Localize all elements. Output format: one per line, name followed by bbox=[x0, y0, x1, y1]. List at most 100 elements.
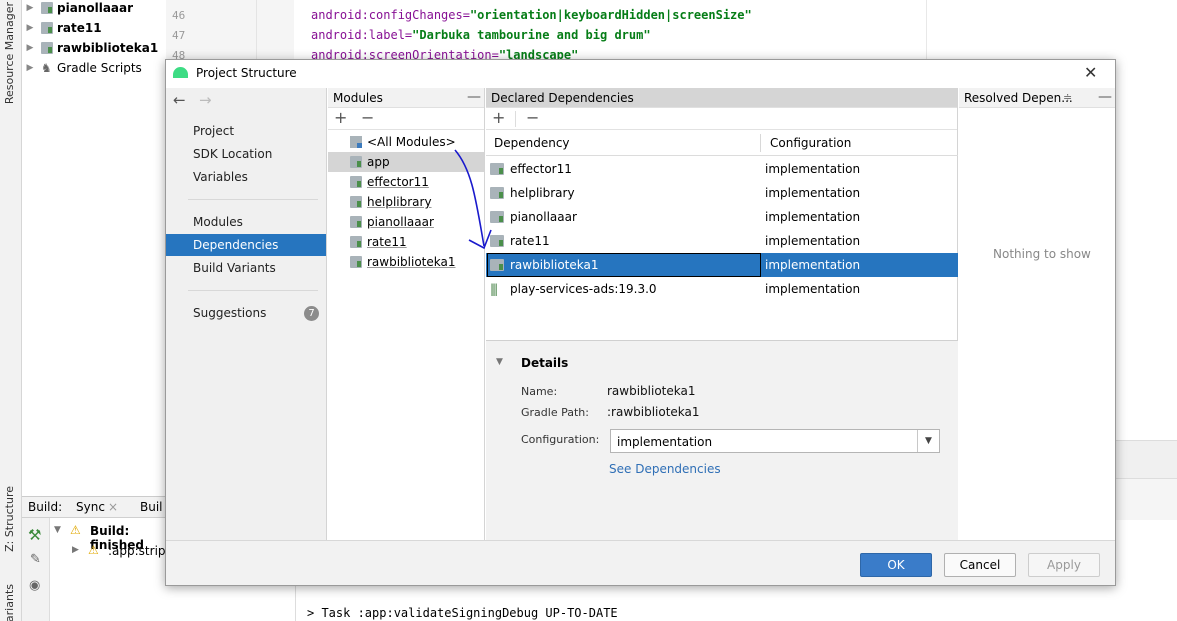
variants-tab[interactable]: Variants bbox=[3, 584, 16, 621]
sync-tab[interactable]: Sync bbox=[76, 500, 105, 514]
dialog-title: Project Structure bbox=[196, 66, 297, 80]
pin-icon[interactable]: ✎ bbox=[30, 552, 41, 567]
name-label: Name: bbox=[521, 385, 558, 398]
remove-icon[interactable]: − bbox=[361, 109, 374, 127]
configuration-dropdown-value: implementation bbox=[617, 435, 713, 449]
tree-item-pianollaaar[interactable]: ▶ pianollaaar bbox=[23, 0, 165, 18]
module-item-pianollaaar[interactable]: pianollaaar bbox=[328, 212, 484, 232]
tree-item-rate11[interactable]: ▶ rate11 bbox=[23, 18, 165, 38]
see-dependencies-link[interactable]: See Dependencies bbox=[609, 462, 721, 476]
ok-button[interactable]: OK bbox=[860, 553, 932, 577]
declared-dependencies-panel: Declared Dependencies + − Dependency Con… bbox=[486, 88, 958, 540]
resolved-dependencies-label: Resolved Depen... bbox=[964, 91, 1073, 105]
add-icon[interactable]: + bbox=[334, 109, 347, 127]
apply-button[interactable]: Apply bbox=[1028, 553, 1100, 577]
configuration-label: Configuration: bbox=[521, 433, 600, 446]
code-line[interactable]: android:label="Darbuka tambourine and bi… bbox=[311, 28, 651, 42]
nav-separator bbox=[188, 199, 318, 200]
column-configuration[interactable]: Configuration bbox=[770, 136, 851, 150]
add-dependency-icon[interactable]: + bbox=[492, 109, 505, 127]
tree-item-gradle-scripts[interactable]: ▶ ♞ Gradle Scripts bbox=[23, 58, 165, 78]
module-item-helplibrary[interactable]: helplibrary bbox=[328, 192, 484, 212]
dependency-row-effector11[interactable]: effector11 implementation bbox=[486, 157, 958, 181]
gutter-divider bbox=[256, 0, 257, 60]
module-folder-icon bbox=[490, 211, 504, 223]
suggestions-count-badge: 7 bbox=[304, 306, 319, 321]
expand-arrow-icon[interactable]: ▶ bbox=[23, 23, 37, 33]
eye-icon[interactable]: ◉ bbox=[29, 578, 40, 593]
line-number: 46 bbox=[172, 9, 186, 22]
tree-item-rawbiblioteka1[interactable]: ▶ rawbiblioteka1 bbox=[23, 38, 165, 58]
chevron-down-icon[interactable]: ▼ bbox=[917, 430, 939, 452]
structure-tab[interactable]: Z: Structure bbox=[3, 486, 16, 552]
all-modules-icon bbox=[350, 136, 362, 148]
collapse-arrow-icon[interactable]: ▼ bbox=[496, 357, 503, 367]
left-tool-strip: Resource Manager Z: Structure Variants bbox=[0, 0, 22, 621]
module-item-rawbiblioteka1[interactable]: rawbiblioteka1 bbox=[328, 252, 484, 272]
nav-project[interactable]: Project bbox=[166, 120, 326, 142]
build-tab[interactable]: Buil bbox=[140, 500, 163, 514]
minimize-icon[interactable]: — bbox=[1098, 87, 1112, 107]
module-folder-icon bbox=[350, 196, 362, 208]
expand-arrow-icon[interactable]: ▶ bbox=[72, 545, 79, 555]
module-item-app[interactable]: app bbox=[328, 152, 484, 172]
nav-modules[interactable]: Modules bbox=[166, 211, 326, 233]
dependency-row-rate11[interactable]: rate11 implementation bbox=[486, 229, 958, 253]
hammer-icon[interactable]: ⚒ bbox=[28, 526, 41, 544]
collapse-all-icon[interactable]: ≑ bbox=[1063, 88, 1072, 108]
empty-state-text: Nothing to show bbox=[993, 247, 1091, 261]
android-icon bbox=[173, 67, 188, 78]
modules-panel: Modules — + − <All Modules> app effector… bbox=[328, 88, 485, 540]
module-item-effector11[interactable]: effector11 bbox=[328, 172, 484, 192]
close-icon[interactable]: ✕ bbox=[1084, 63, 1097, 82]
details-section: ▼ Details Name: rawbiblioteka1 Gradle Pa… bbox=[486, 340, 958, 540]
module-folder-icon bbox=[490, 187, 504, 199]
dependency-row-rawbiblioteka1[interactable]: rawbiblioteka1 implementation bbox=[486, 253, 958, 277]
dialog-titlebar[interactable]: Project Structure ✕ bbox=[166, 60, 1115, 88]
modules-header: Modules — bbox=[328, 88, 484, 108]
dependency-row-play-services-ads[interactable]: ||| play-services-ads:19.3.0 implementat… bbox=[486, 277, 958, 301]
expand-arrow-icon[interactable]: ▶ bbox=[23, 3, 37, 13]
forward-arrow-icon[interactable]: → bbox=[199, 91, 212, 109]
nav-sdk-location[interactable]: SDK Location bbox=[166, 143, 326, 165]
resolved-dependencies-panel: Resolved Depen... ≑ — Nothing to show bbox=[959, 88, 1115, 540]
column-dependency[interactable]: Dependency bbox=[494, 136, 570, 150]
back-arrow-icon[interactable]: ← bbox=[173, 91, 186, 109]
module-folder-icon bbox=[350, 236, 362, 248]
dependency-row-pianollaaar[interactable]: pianollaaar implementation bbox=[486, 205, 958, 229]
module-item-all-modules[interactable]: <All Modules> bbox=[328, 132, 484, 152]
module-folder-icon bbox=[350, 176, 362, 188]
toolbar-separator bbox=[515, 111, 516, 127]
module-item-rate11[interactable]: rate11 bbox=[328, 232, 484, 252]
expand-arrow-icon[interactable]: ▶ bbox=[23, 63, 37, 73]
line-number: 47 bbox=[172, 29, 186, 42]
configuration-dropdown[interactable]: implementation ▼ bbox=[610, 429, 940, 453]
module-folder-icon bbox=[490, 163, 504, 175]
code-line[interactable]: android:configChanges="orientation|keybo… bbox=[311, 8, 752, 22]
dependency-row-helplibrary[interactable]: helplibrary implementation bbox=[486, 181, 958, 205]
build-tools-column: ⚒ ✎ ◉ bbox=[22, 518, 50, 621]
module-folder-icon bbox=[41, 22, 53, 34]
nav-dependencies[interactable]: Dependencies bbox=[166, 234, 326, 256]
nav-suggestions[interactable]: Suggestions 7 bbox=[166, 302, 326, 324]
minimize-icon[interactable]: — bbox=[467, 87, 481, 107]
gradle-path-value: :rawbiblioteka1 bbox=[607, 405, 700, 419]
close-icon[interactable]: × bbox=[108, 500, 118, 514]
module-folder-icon bbox=[490, 259, 504, 271]
cancel-button[interactable]: Cancel bbox=[944, 553, 1016, 577]
warning-icon: ⚠ bbox=[70, 523, 81, 537]
module-folder-icon bbox=[490, 235, 504, 247]
console-output: > Task :app:validateSigningDebug UP-TO-D… bbox=[307, 606, 618, 620]
resource-manager-tab[interactable]: Resource Manager bbox=[3, 2, 16, 104]
modules-header-label: Modules bbox=[333, 91, 383, 105]
nav-build-variants[interactable]: Build Variants bbox=[166, 257, 326, 279]
details-title: Details bbox=[521, 356, 569, 370]
module-folder-icon bbox=[41, 42, 53, 54]
nav-separator bbox=[188, 290, 318, 291]
remove-dependency-icon[interactable]: − bbox=[526, 109, 539, 127]
nav-variables[interactable]: Variables bbox=[166, 166, 326, 188]
expand-arrow-icon[interactable]: ▶ bbox=[23, 43, 37, 53]
collapse-arrow-icon[interactable]: ▼ bbox=[54, 525, 61, 535]
editor-gutter: 46 47 48 bbox=[166, 0, 294, 62]
build-output: ▼ ⚠ Build: finished ▶ ⚠ :app:stripD bbox=[50, 518, 175, 621]
